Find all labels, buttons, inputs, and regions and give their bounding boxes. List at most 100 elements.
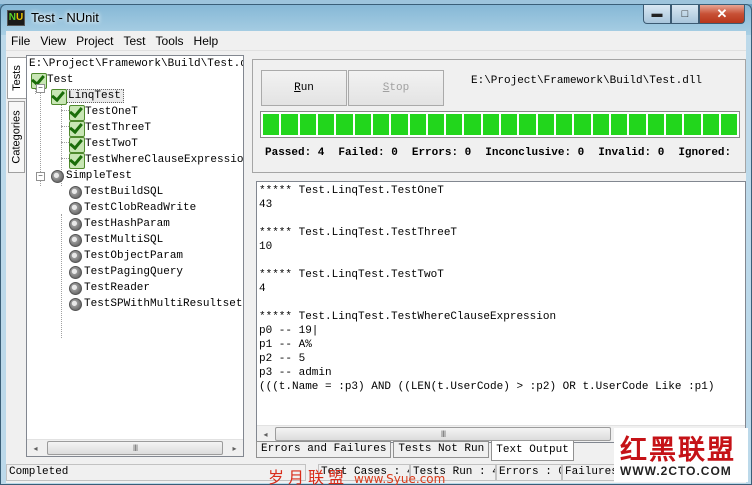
menu-help[interactable]: Help <box>189 31 224 51</box>
output-text: ***** Test.LinqTest.TestOneT 43 ***** Tes… <box>259 184 714 394</box>
collapse-linq-toggle[interactable]: − <box>36 84 45 93</box>
scroll-thumb[interactable]: III <box>275 427 611 441</box>
tree-leaf[interactable]: TestPagingQuery <box>69 264 183 280</box>
maximize-button[interactable]: □ <box>671 5 699 24</box>
menu-project[interactable]: Project <box>71 31 118 51</box>
status-state: Completed <box>6 464 306 481</box>
tree-leaf[interactable]: TestSPWithMultiResultset <box>69 296 242 312</box>
failed-count: Failed: 0 <box>338 147 398 159</box>
passed-count: Passed: 4 <box>265 147 325 159</box>
progress-segment <box>263 114 280 135</box>
tree-node-label: SimpleTest <box>66 170 133 182</box>
close-button[interactable]: ✕ <box>699 5 745 24</box>
maximize-icon: □ <box>681 8 689 20</box>
tree-leaf[interactable]: TestReader <box>69 280 150 296</box>
menu-tools[interactable]: Tools <box>151 31 189 51</box>
output-line: ***** Test.LinqTest.TestOneT <box>259 185 444 197</box>
tab-categories[interactable]: Categories <box>8 101 25 173</box>
tree-node-label: Test <box>47 74 74 86</box>
tree-leaf[interactable]: TestWhereClauseExpression <box>69 152 243 169</box>
passed-icon <box>69 121 85 137</box>
minimize-button[interactable]: ▬ <box>643 5 671 24</box>
progress-segment <box>519 114 536 135</box>
progress-segment <box>336 114 353 135</box>
output-line: p0 -- 19| <box>259 325 319 337</box>
tree-guide <box>61 126 69 127</box>
watermark-logo-text: 红黑联盟 <box>620 435 736 466</box>
scroll-left-icon[interactable]: ◂ <box>27 440 44 456</box>
assembly-path: E:\Project\Framework\Build\Test.dll <box>471 75 703 87</box>
collapse-simple-toggle[interactable]: − <box>36 172 45 181</box>
stop-button[interactable]: Stop <box>348 70 444 106</box>
text-output-pane[interactable]: ***** Test.LinqTest.TestOneT 43 ***** Tes… <box>256 181 746 443</box>
tree-guide <box>40 86 41 186</box>
tab-tests-label: Tests <box>11 65 23 91</box>
result-counts: Passed: 4 Failed: 0 Errors: 0 Inconclusive:… <box>265 147 745 159</box>
tab-errors-and-failures[interactable]: Errors and Failures <box>256 441 392 458</box>
tree-leaf[interactable]: TestOneT <box>69 104 138 121</box>
watermark-syue: 岁月联盟 www.Syue.com <box>268 464 445 485</box>
not-run-icon <box>69 201 82 215</box>
scroll-right-icon[interactable]: ▸ <box>226 440 243 456</box>
tree-leaf[interactable]: TestThreeT <box>69 120 152 137</box>
nunit-window: NU Test - NUnit ▬ □ ✕ File View Project … <box>0 4 752 485</box>
watermark-syue-text: 岁月联盟 <box>268 468 349 485</box>
inconclusive-count: Inconclusive: 0 <box>485 147 585 159</box>
side-tab-strip: Tests Categories <box>6 55 26 455</box>
run-button[interactable]: Run <box>261 70 347 106</box>
progress-segment <box>446 114 463 135</box>
tree-leaf-label: TestOneT <box>85 106 138 118</box>
output-line: p2 -- 5 <box>259 353 306 365</box>
tree-leaf-label: TestClobReadWrite <box>84 202 197 214</box>
tree-root[interactable]: E:\Project\Framework\Build\Test.dll <box>29 56 244 72</box>
scroll-left-icon[interactable]: ◂ <box>257 426 274 442</box>
tree-root-label: E:\Project\Framework\Build\Test.dll <box>29 58 244 70</box>
tree-leaf[interactable]: TestTwoT <box>69 136 138 153</box>
tree-leaf-label: TestObjectParam <box>84 250 184 262</box>
menu-view[interactable]: View <box>35 31 71 51</box>
invalid-count: Invalid: 0 <box>598 147 665 159</box>
progress-segment <box>317 114 335 135</box>
not-run-icon <box>69 217 82 231</box>
title-bar[interactable]: NU Test - NUnit ▬ □ ✕ <box>1 5 751 31</box>
tree-leaf-label: TestThreeT <box>85 122 152 134</box>
not-run-icon <box>69 265 82 279</box>
output-line: 43 <box>259 199 273 211</box>
menu-test[interactable]: Test <box>119 31 151 51</box>
tab-tests[interactable]: Tests <box>7 57 26 99</box>
tree-node-simpletest[interactable]: SimpleTest <box>51 168 132 184</box>
not-run-icon <box>69 233 82 247</box>
not-run-icon <box>69 297 82 311</box>
tree-node-linqtest[interactable]: LinqTest <box>51 88 124 105</box>
output-line: 4 <box>259 283 266 295</box>
tree-horizontal-scrollbar[interactable]: ◂ III ▸ <box>27 439 243 456</box>
tree-leaf-label: TestMultiSQL <box>84 234 164 246</box>
tree-leaf[interactable]: TestObjectParam <box>69 248 183 264</box>
tree-leaf-label: TestSPWithMultiResultset <box>84 298 243 310</box>
tab-text-output[interactable]: Text Output <box>491 441 574 461</box>
test-tree[interactable]: E:\Project\Framework\Build\Test.dll Test… <box>26 55 244 457</box>
window-controls: ▬ □ ✕ <box>643 5 745 24</box>
passed-icon <box>69 137 85 153</box>
output-tabs: Errors and Failures Tests Not Run Text O… <box>256 441 576 461</box>
menu-file[interactable]: File <box>6 31 35 51</box>
output-line: ***** Test.LinqTest.TestWhereClauseExpre… <box>259 311 557 323</box>
tree-leaf[interactable]: TestClobReadWrite <box>69 200 196 216</box>
scroll-thumb[interactable]: III <box>47 441 223 455</box>
progress-segment <box>372 114 390 135</box>
tab-tests-not-run[interactable]: Tests Not Run <box>393 441 490 458</box>
not-run-icon <box>69 185 82 199</box>
tree-leaf[interactable]: TestHashParam <box>69 216 170 232</box>
passed-icon <box>69 105 85 121</box>
tree-leaf[interactable]: TestBuildSQL <box>69 184 163 200</box>
tree-leaf-label: TestTwoT <box>85 138 138 150</box>
progress-segment <box>537 114 554 135</box>
output-line: 10 <box>259 241 273 253</box>
progress-segment <box>684 114 701 135</box>
tree-leaf-label: TestHashParam <box>84 218 170 230</box>
output-line: ***** Test.LinqTest.TestTwoT <box>259 269 444 281</box>
progress-segment <box>501 114 518 135</box>
tab-categories-label: Categories <box>10 110 23 164</box>
tree-leaf[interactable]: TestMultiSQL <box>69 232 163 248</box>
progress-segment <box>391 114 408 135</box>
